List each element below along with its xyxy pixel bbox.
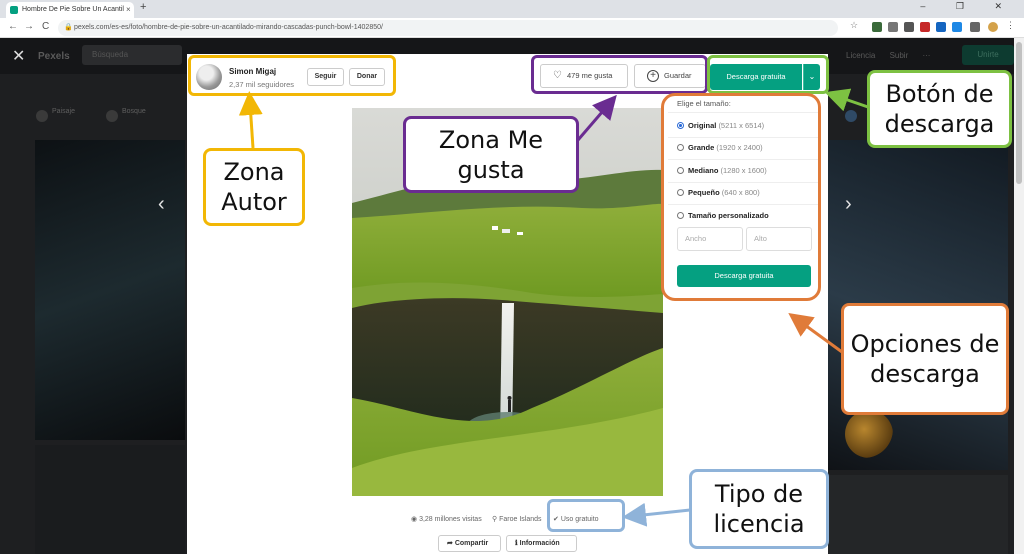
- like-zone-callout: Zona Me gusta: [403, 116, 579, 193]
- download-options-callout: Opciones de descarga: [841, 303, 1009, 415]
- author-zone-callout: Zona Autor: [203, 148, 305, 226]
- download-button-callout: Botón de descarga: [867, 70, 1012, 148]
- license-type-callout: Tipo de licencia: [689, 469, 829, 549]
